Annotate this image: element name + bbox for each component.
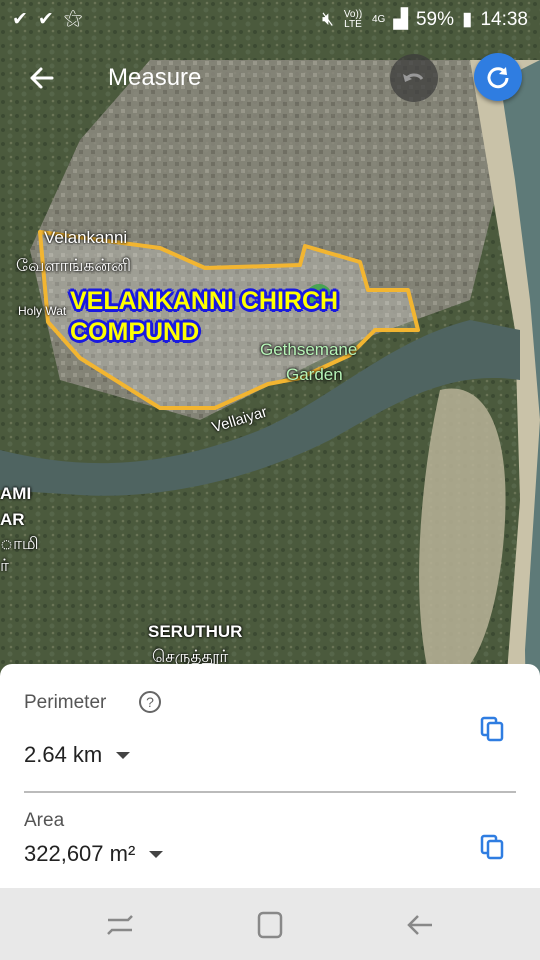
- divider: [24, 791, 516, 793]
- svg-text:?: ?: [146, 694, 154, 710]
- volte-indicator: Vo)) LTE: [343, 8, 363, 30]
- help-icon[interactable]: ?: [138, 690, 162, 714]
- app-bar: Measure: [0, 48, 540, 108]
- page-title: Measure: [108, 64, 202, 91]
- check-icon: ✔: [37, 9, 54, 30]
- battery-level: 59%: [415, 8, 454, 30]
- perimeter-value-text: 2.64 km: [24, 742, 103, 767]
- label-ar: AR: [0, 510, 25, 529]
- label-holy-water: Holy Wat: [18, 304, 67, 318]
- recents-button[interactable]: [100, 908, 140, 942]
- callout-line-1: VELANKANNI CHIRCH: [70, 287, 339, 315]
- network-type: 4G: [371, 13, 386, 25]
- label-seruthur: SERUTHUR: [148, 622, 243, 641]
- label-velankanni-tamil: வேளாங்கன்னி: [16, 256, 132, 275]
- status-bar: ✔ ✔ ⚝ 🔇︎ Vo)) LTE 4G ▟ 59% ▮ 14:38: [0, 0, 540, 38]
- label-velankanni: Velankanni: [44, 228, 128, 247]
- mute-icon: 🔇︎: [322, 8, 334, 30]
- check-icon: ✔: [12, 9, 28, 30]
- refresh-button[interactable]: [474, 53, 522, 101]
- clock: 14:38: [480, 8, 528, 30]
- measurement-sheet: Perimeter ? 2.64 km Area 322,607 m²: [0, 664, 540, 888]
- chevron-down-icon: [149, 850, 164, 858]
- area-value[interactable]: 322,607 m²: [24, 841, 164, 867]
- back-button[interactable]: [22, 58, 62, 98]
- magic-wand-icon: ⚝: [63, 8, 83, 29]
- undo-button[interactable]: [390, 54, 438, 102]
- arrow-back-icon: [30, 67, 54, 89]
- label-tamil-fragment-1: ாமி: [0, 534, 39, 553]
- perimeter-label: Perimeter: [24, 692, 107, 713]
- refresh-icon: [487, 67, 509, 89]
- label-gethsemane: Gethsemane: [260, 340, 358, 359]
- area-label: Area: [24, 810, 65, 831]
- home-button[interactable]: [250, 908, 290, 942]
- system-nav-bar: [0, 888, 540, 960]
- nav-back-button[interactable]: [400, 908, 440, 942]
- copy-perimeter-button[interactable]: [478, 714, 508, 744]
- label-tamil-fragment-2: ர்: [0, 556, 9, 575]
- chevron-down-icon: [116, 751, 131, 759]
- battery-icon: ▮: [461, 9, 473, 30]
- area-value-text: 322,607 m²: [24, 841, 136, 866]
- perimeter-value[interactable]: 2.64 km: [24, 742, 131, 768]
- copy-area-button[interactable]: [478, 832, 508, 862]
- label-ami: AMI: [0, 484, 32, 503]
- signal-icon: ▟: [393, 9, 408, 30]
- label-garden: Garden: [286, 365, 343, 384]
- callout-line-2: COMPUND: [70, 318, 200, 346]
- undo-icon: [403, 73, 424, 82]
